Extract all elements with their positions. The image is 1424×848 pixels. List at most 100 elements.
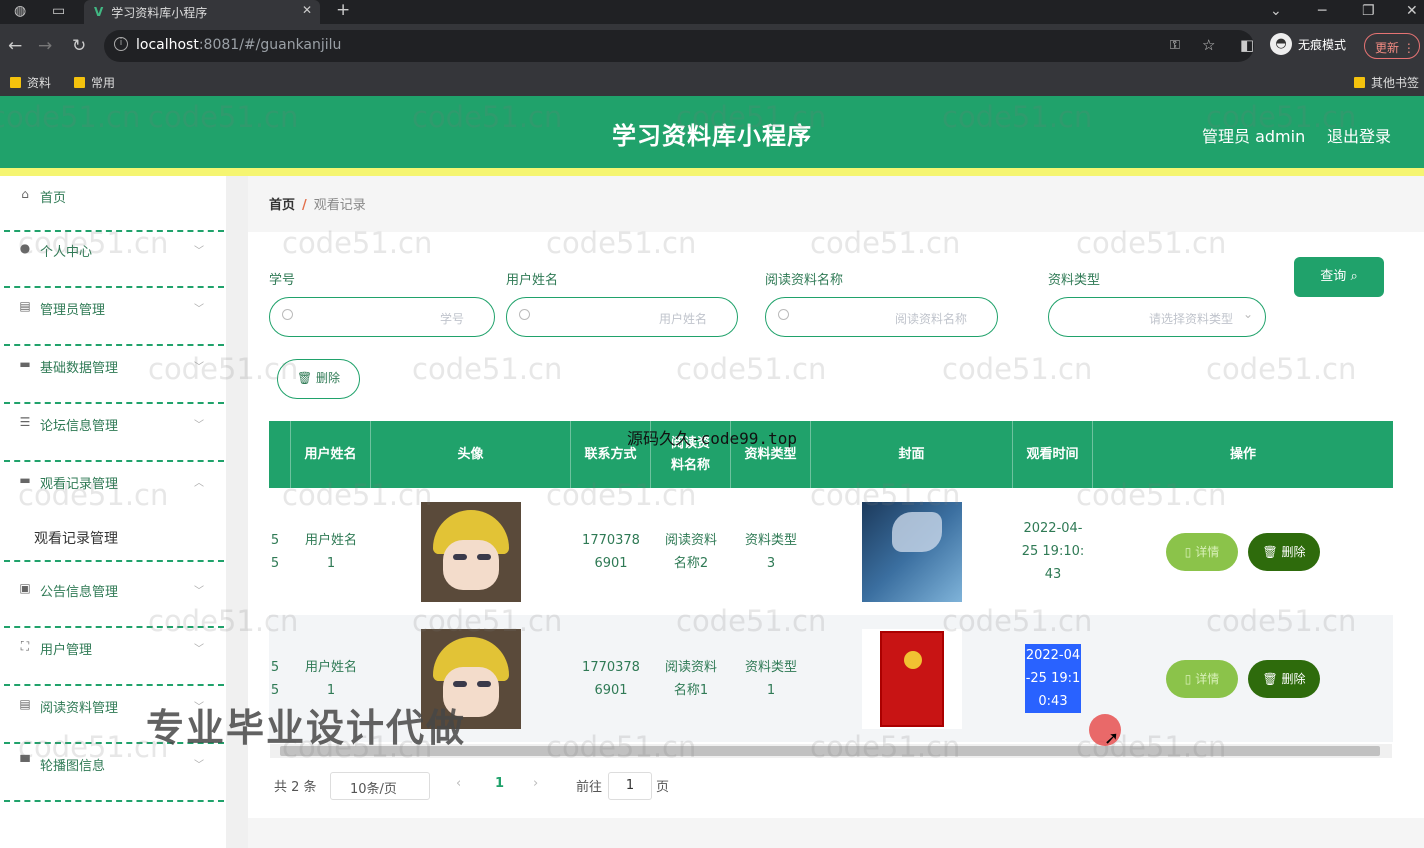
reload-icon[interactable]: ↻ — [72, 36, 86, 56]
bookmark-item[interactable]: 资料 — [10, 74, 51, 91]
material-search-input[interactable]: 阅读资料名称 — [765, 297, 998, 337]
breadcrumb-home[interactable]: 首页 — [269, 198, 295, 213]
cell-actions: ▯ 详情 🗑︎ 删除 — [1093, 615, 1393, 742]
sidebar-item-admins[interactable]: ▤ 管理员管理 ﹀ — [4, 290, 224, 346]
cell-material: 阅读资料名称2 — [664, 532, 717, 571]
cover-image-lawbook[interactable] — [862, 628, 962, 729]
cover-image-keyboard[interactable] — [862, 501, 962, 602]
cell-cover — [811, 615, 1013, 742]
filter-label-username: 用户姓名 — [506, 273, 559, 288]
placeholder: 阅读资料名称 — [894, 312, 967, 326]
sidebar-item-label: 个人中心 — [40, 245, 93, 260]
detail-button[interactable]: ▯ 详情 — [1166, 659, 1238, 698]
user-icon: ● — [19, 241, 31, 255]
delete-button[interactable]: 🗑︎ 删除 — [1248, 659, 1320, 698]
prev-page-icon[interactable]: ‹ — [456, 776, 461, 791]
sliders-icon: ☰ — [19, 415, 31, 429]
batch-delete-button[interactable]: 🗑︎ 删除 — [277, 359, 360, 399]
sidebar-item-home[interactable]: ⌂ 首页 — [4, 176, 224, 232]
incognito-icon: ◓ — [1270, 33, 1292, 55]
bookmark-other[interactable]: 其他书签 — [1354, 74, 1419, 91]
sidebar-item-notice[interactable]: ▣ 公告信息管理 ﹀ — [4, 572, 224, 628]
browser-tab-bar: ◍ ▭ V 学习资料库小程序 ✕ + ⌄ ─ ❐ ✕ — [0, 0, 1424, 24]
th-cover: 封面 — [811, 421, 1013, 488]
incognito-indicator[interactable]: ◓ 无痕模式 — [1270, 33, 1346, 55]
star-icon[interactable]: ☆ — [1202, 36, 1215, 54]
minimize-icon[interactable]: ─ — [1318, 3, 1326, 19]
sidebar-item-forum[interactable]: ☰ 论坛信息管理 ﹀ — [4, 406, 224, 462]
search-icon — [778, 309, 789, 320]
bookmark-label: 常用 — [91, 76, 116, 90]
sidepanel-icon[interactable]: ◧ — [1240, 36, 1254, 54]
sidebar-item-label: 管理员管理 — [40, 303, 106, 318]
cell-phone: 17703786901 — [582, 659, 640, 698]
delete-button[interactable]: 🗑︎ 删除 — [1248, 532, 1320, 571]
delete-label: 删除 — [1281, 671, 1306, 686]
tab-title: 学习资料库小程序 — [111, 5, 208, 20]
sidebar-item-label: 轮播图信息 — [40, 759, 106, 774]
chevron-down-icon: ﹀ — [194, 644, 204, 655]
type-select[interactable]: 请选择资料类型 ⌄ — [1048, 297, 1266, 337]
chevron-down-icon: ﹀ — [194, 304, 204, 315]
new-tab-icon[interactable]: + — [336, 0, 350, 20]
query-button[interactable]: 查询 ⌕ — [1294, 257, 1384, 297]
maximize-icon[interactable]: ❐ — [1362, 3, 1375, 19]
message-icon: ▬ — [19, 357, 31, 371]
back-icon[interactable]: ← — [8, 36, 22, 56]
avatar-image[interactable] — [421, 501, 521, 602]
close-window-icon[interactable]: ✕ — [1406, 3, 1418, 19]
delete-label: 删除 — [1281, 544, 1306, 559]
site-info-icon[interactable]: i — [114, 37, 128, 51]
delete-label: 删除 — [316, 371, 341, 385]
sidebar-item-label: 观看记录管理 — [40, 477, 119, 492]
id-search-input[interactable]: 学号 — [269, 297, 495, 337]
logout-link[interactable]: 退出登录 — [1327, 123, 1391, 147]
goto-label: 前往 — [576, 780, 603, 795]
bookmark-label: 资料 — [27, 76, 52, 90]
folder-icon — [74, 77, 85, 88]
tab-overview-icon[interactable]: ▭ — [52, 3, 65, 19]
sidebar-item-carousel[interactable]: ▀ 轮播图信息 ﹀ — [4, 746, 224, 802]
page-number[interactable]: 1 — [495, 776, 504, 791]
cell-text: 5 — [270, 555, 280, 571]
forward-icon[interactable]: → — [38, 36, 52, 56]
tab-close-icon[interactable]: ✕ — [302, 3, 312, 17]
detail-button[interactable]: ▯ 详情 — [1166, 532, 1238, 571]
filter-label-id: 学号 — [269, 273, 296, 288]
sidebar-item-users[interactable]: ⛶ 用户管理 ﹀ — [4, 630, 224, 686]
sidebar-item-label: 公告信息管理 — [40, 585, 119, 600]
document-icon: ▯ — [1184, 671, 1192, 686]
update-button[interactable]: 更新 ⋮ — [1364, 33, 1420, 59]
page-unit-label: 页 — [656, 780, 670, 795]
trash-icon: 🗑︎ — [296, 371, 313, 385]
browser-tab[interactable]: V 学习资料库小程序 ✕ — [84, 0, 320, 24]
avatar-eye — [477, 680, 491, 687]
sidebar-item-label: 基础数据管理 — [40, 361, 119, 376]
overlay-text-bottom: 专业毕业设计代做 — [146, 706, 467, 750]
cell-text: 5 — [270, 532, 280, 548]
username-search-input[interactable]: 用户姓名 — [506, 297, 738, 337]
breadcrumb-current: 观看记录 — [313, 198, 366, 213]
chevron-up-icon: ︿ — [194, 478, 204, 489]
incognito-label: 无痕模式 — [1298, 37, 1347, 52]
key-icon[interactable]: ⚿ — [1170, 38, 1180, 53]
bookmark-item[interactable]: 常用 — [74, 74, 115, 91]
tab-search-icon[interactable]: ⌄ — [1270, 3, 1282, 19]
page-size-select[interactable]: 10条/页 — [330, 772, 430, 800]
filter-label-material: 阅读资料名称 — [765, 273, 844, 288]
chevron-down-icon: ﹀ — [194, 246, 204, 257]
sidebar-item-basedata[interactable]: ▬ 基础数据管理 ﹀ — [4, 348, 224, 404]
overlay-text-top: 源码久久-code99.top — [627, 429, 797, 448]
chevron-down-icon: ﹀ — [194, 420, 204, 431]
cell-type: 资料类型3 — [744, 532, 797, 571]
breadcrumb-sep: / — [302, 198, 307, 213]
url-field[interactable]: localhost:8081/#/guankanjilu — [104, 30, 1254, 62]
next-page-icon[interactable]: › — [533, 776, 538, 791]
selected-time-text: 2022-04-25 19:10:43 — [1025, 644, 1081, 713]
document-icon: ▤ — [19, 697, 31, 711]
avatar-eye — [477, 553, 491, 560]
search-icon: ⌕ — [1350, 269, 1358, 284]
cell-type: 资料类型1 — [744, 659, 797, 698]
sidebar-item-profile[interactable]: ● 个人中心 ﹀ — [4, 232, 224, 288]
goto-page-input[interactable]: 1 — [608, 772, 652, 800]
